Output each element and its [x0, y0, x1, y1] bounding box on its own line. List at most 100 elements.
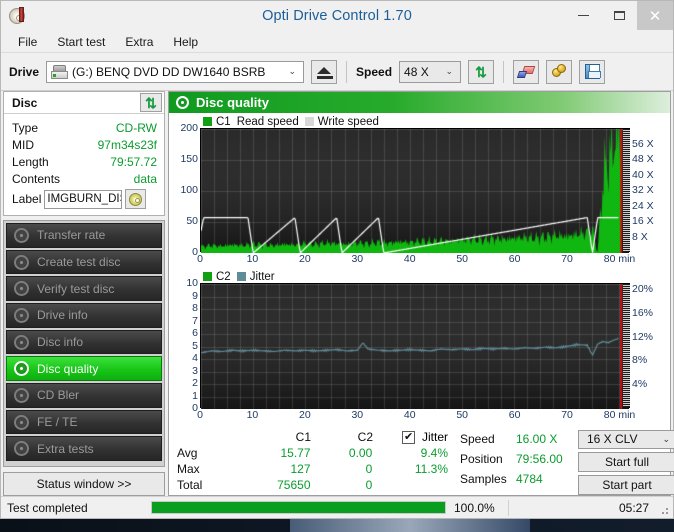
- sidebar-item-label: Disc info: [37, 335, 84, 350]
- sidebar-item-label: Transfer rate: [37, 228, 106, 243]
- eject-button[interactable]: [311, 59, 338, 84]
- stats-row-label-max: Max: [177, 462, 200, 476]
- disc-contents-value: data: [133, 171, 157, 186]
- test-speed-select[interactable]: 16 X CLV ⌄: [578, 430, 674, 449]
- axis-tick-label: 7: [192, 314, 198, 327]
- menu-item-extra[interactable]: Extra: [116, 33, 162, 51]
- speed-readout-label: Speed: [460, 432, 495, 446]
- progress-bar-fill: [152, 502, 445, 513]
- resize-grip[interactable]: [658, 504, 670, 516]
- disc-panel-title: Disc: [12, 95, 38, 110]
- desktop-background: [0, 519, 674, 532]
- menu-item-file[interactable]: File: [9, 33, 46, 51]
- maximize-button[interactable]: [601, 1, 637, 30]
- readout-speed: Speed 16.00 X: [460, 429, 578, 449]
- stats-max-c2: 0: [365, 462, 373, 476]
- disc-info-row-type: Type CD-RW: [12, 119, 157, 136]
- app-icon: [7, 5, 29, 27]
- erase-button[interactable]: [513, 59, 540, 84]
- disc-quality-icon: [176, 96, 189, 109]
- disc-refresh-button[interactable]: ⇅: [140, 93, 162, 112]
- drive-select[interactable]: (G:) BENQ DVD DD DW1640 BSRB ⌄: [46, 60, 305, 83]
- chart2-plot-row: 0 1 2 3 4 5 6 7 8 9 10 4% 8% 12% 16% 20%: [173, 277, 666, 414]
- chart1-right-ticks: [623, 129, 630, 251]
- refresh-button[interactable]: ⇅: [468, 59, 495, 84]
- chevron-down-icon: ⌄: [662, 433, 670, 444]
- axis-tick-label: 2: [192, 377, 198, 389]
- sidebar-item-transfer-rate[interactable]: Transfer rate: [6, 223, 162, 248]
- jitter-toggle[interactable]: Jitter: [401, 430, 454, 444]
- status-window-button[interactable]: Status window >>: [3, 472, 165, 496]
- axis-tick-label: 32 X: [632, 184, 654, 196]
- axis-tick-label: 70: [561, 409, 573, 421]
- chart2-y-axis-left: 0 1 2 3 4 5 6 7 8 9 10: [173, 277, 200, 414]
- disc-label-button[interactable]: [125, 189, 147, 209]
- sidebar-item-disc-info[interactable]: Disc info: [6, 329, 162, 355]
- position-readout-value: 79:56.00: [516, 452, 563, 466]
- disc-type-value: CD-RW: [115, 120, 157, 135]
- menu-item-help[interactable]: Help: [164, 33, 207, 51]
- app-window: Opti Drive Control 1.70 ✕ File Start tes…: [0, 0, 674, 519]
- stats-header-jitter: Jitter: [421, 430, 448, 444]
- sidebar-item-cd-bler[interactable]: CD Bler: [6, 383, 162, 408]
- axis-tick-label: 4: [192, 352, 198, 364]
- disc-icon: [14, 227, 29, 243]
- status-bar: Test completed 100.0% 05:27: [1, 496, 673, 518]
- start-full-button[interactable]: Start full: [578, 451, 674, 472]
- chart1-x-axis: 0 10 20 30 40 50 60 70 80 min: [197, 252, 635, 268]
- position-readout-label: Position: [460, 452, 503, 466]
- legend-item-c2: C2: [203, 271, 231, 283]
- axis-tick-label: 50: [456, 253, 469, 265]
- sidebar-item-create-test-disc[interactable]: Create test disc: [6, 249, 162, 275]
- stats-header-c1: C1: [295, 430, 311, 444]
- toolbar: Drive (G:) BENQ DVD DD DW1640 BSRB ⌄ Spe…: [1, 53, 673, 91]
- disc-info-row-mid: MID 97m34s23f: [12, 136, 157, 153]
- legend-label-write-speed: Write speed: [317, 115, 379, 128]
- disc-info-rows: Type CD-RW MID 97m34s23f Length 79:57.72…: [4, 114, 164, 215]
- chevron-down-icon: ⌄: [288, 66, 297, 76]
- sidebar-item-verify-test-disc[interactable]: Verify test disc: [6, 276, 162, 302]
- disc-icon: [14, 281, 29, 297]
- stats-table: C1 C2 Jitter Avg 15.77 0.00 9.4%: [169, 429, 454, 495]
- sidebar-item-fe-te[interactable]: FE / TE: [6, 409, 162, 435]
- sidebar-item-extra-tests[interactable]: Extra tests: [6, 436, 162, 462]
- menu-item-start-test[interactable]: Start test: [48, 33, 114, 51]
- toolbar-divider-2: [503, 60, 505, 83]
- speed-label: Speed: [356, 64, 393, 79]
- disc-label-label: Label: [12, 192, 42, 206]
- axis-tick-label: 10: [186, 277, 198, 289]
- sidebar-item-label: Drive info: [37, 308, 88, 323]
- cd-icon: [129, 192, 143, 206]
- legend-swatch-c1: [203, 117, 212, 126]
- axis-tick-label: 60: [508, 253, 521, 265]
- jitter-checkbox[interactable]: [401, 430, 415, 444]
- axis-tick-label: 40: [403, 409, 416, 421]
- refresh-icon: ⇅: [145, 94, 157, 111]
- speed-select[interactable]: 48 X ⌄: [399, 60, 462, 83]
- sidebar-item-disc-quality[interactable]: Disc quality: [6, 356, 162, 382]
- axis-tick-label: 48 X: [632, 153, 654, 165]
- legend-swatch-c2: [203, 272, 212, 281]
- axis-tick-label: 50: [456, 409, 469, 421]
- disc-icon: [14, 441, 29, 457]
- table-row: Max 127 0 11.3%: [177, 461, 454, 477]
- test-speed-select-value: 16 X CLV: [587, 432, 638, 447]
- disc-label-row: Label IMGBURN_DIS: [12, 189, 157, 209]
- stats-max-c1: 127: [290, 462, 311, 476]
- chart1-y-axis-right: 8 X 16 X 24 X 32 X 40 X 48 X 56 X: [630, 128, 666, 252]
- legend-label-c2: C2: [216, 270, 231, 283]
- save-button[interactable]: [579, 59, 606, 84]
- content-header: Disc quality: [169, 92, 670, 113]
- chart2-legend: C2 Jitter: [203, 270, 666, 283]
- bitsetting-button[interactable]: [546, 59, 573, 84]
- stats-total-c2: 0: [365, 478, 373, 492]
- stats-header-row: C1 C2 Jitter: [177, 429, 454, 445]
- chart-c1-readspeed: C1 Read speed Write speed 0 50 100 150 200: [169, 113, 670, 268]
- toolbar-divider-1: [346, 60, 348, 83]
- sidebar-item-label: CD Bler: [37, 388, 80, 403]
- close-button[interactable]: ✕: [637, 1, 673, 30]
- start-part-button[interactable]: Start part: [578, 474, 674, 496]
- minimize-button[interactable]: [565, 1, 601, 30]
- sidebar-item-drive-info[interactable]: Drive info: [6, 303, 162, 328]
- disc-label-field[interactable]: IMGBURN_DIS: [44, 189, 123, 209]
